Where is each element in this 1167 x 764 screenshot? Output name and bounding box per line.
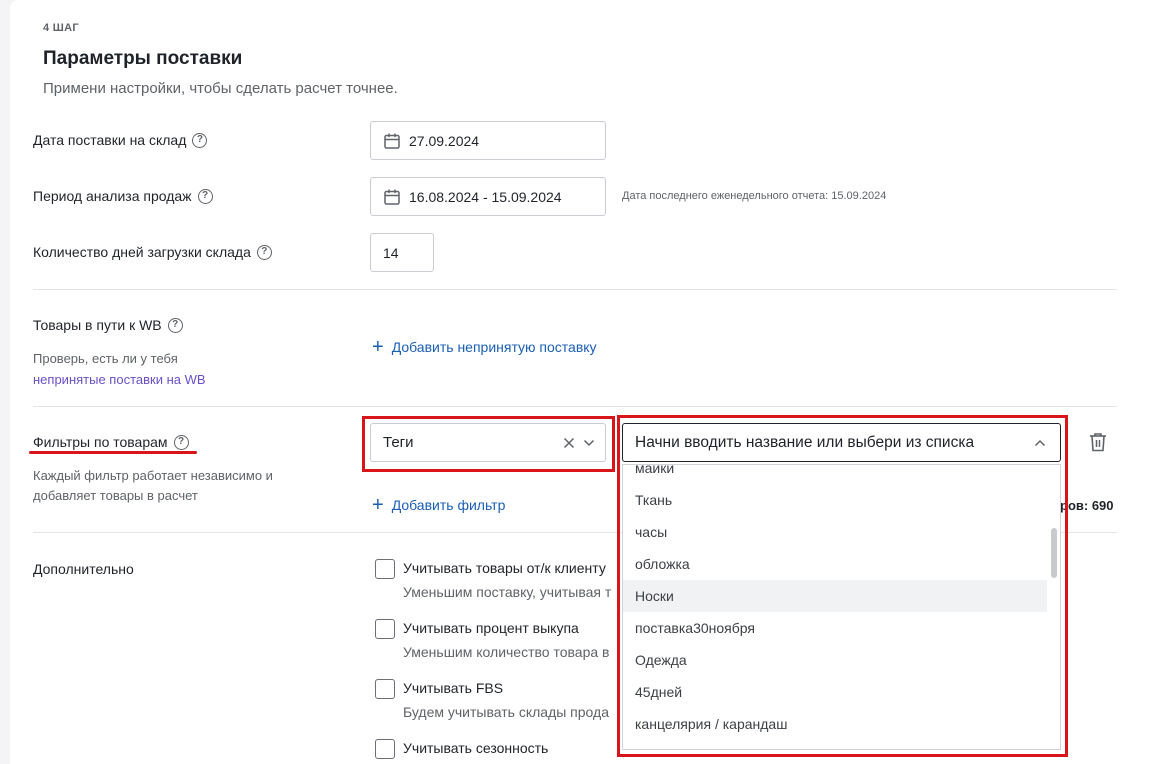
load-days-input[interactable]: 14 — [370, 233, 434, 272]
chevron-down-icon[interactable] — [583, 439, 595, 447]
checkbox-seasonality[interactable] — [375, 739, 395, 759]
plus-icon: + — [372, 336, 384, 358]
checkbox-description: Уменьшим количество товара в — [403, 644, 610, 660]
last-report-note: Дата последнего еженедельного отчета: 15… — [622, 190, 887, 202]
filters-label: Фильтры по товарам ? — [33, 434, 189, 450]
supply-params-card: 4 ШАГ Параметры поставки Примени настрой… — [10, 0, 1167, 764]
add-pending-supply-button[interactable]: + Добавить непринятую поставку — [372, 337, 597, 357]
checkbox-buyout-rate[interactable] — [375, 619, 395, 639]
checkbox-client-returns[interactable] — [375, 559, 395, 579]
clear-icon[interactable] — [563, 437, 575, 449]
help-icon[interactable]: ? — [173, 434, 189, 450]
plus-icon: + — [372, 494, 384, 516]
additional-label-text: Дополнительно — [33, 561, 134, 577]
dropdown-option[interactable]: Ткань — [623, 484, 1047, 516]
dropdown-option-highlighted[interactable]: Носки — [623, 580, 1047, 612]
dropdown-option[interactable]: майки — [623, 465, 1047, 484]
filters-description-2: добавляет товары в расчет — [33, 488, 198, 503]
filter-value-placeholder: Начни вводить название или выбери из спи… — [635, 433, 975, 451]
load-days-label-text: Количество дней загрузки склада — [33, 244, 251, 260]
in-transit-hint: Проверь, есть ли у тебя — [33, 351, 178, 366]
checkbox-description: Уменьшим поставку, учитывая т — [403, 584, 612, 600]
selected-items-count: ров: 690 — [1060, 498, 1114, 513]
step-label: 4 ШАГ — [43, 22, 79, 34]
help-icon[interactable]: ? — [197, 188, 213, 204]
analysis-period-label-text: Период анализа продаж — [33, 188, 192, 204]
help-icon[interactable]: ? — [192, 132, 208, 148]
trash-icon[interactable] — [1089, 432, 1107, 452]
in-transit-hint-link[interactable]: непринятые поставки на WB — [33, 372, 206, 387]
load-days-value: 14 — [383, 244, 399, 261]
dropdown-option[interactable]: часы — [623, 516, 1047, 548]
filter-type-value: Теги — [383, 434, 414, 451]
dropdown-option[interactable]: поставка30ноября — [623, 612, 1047, 644]
dropdown-option[interactable]: канцелярия / карандаш — [623, 708, 1047, 740]
in-transit-label-text: Товары в пути к WB — [33, 317, 162, 333]
dropdown-scrollbar[interactable] — [1051, 528, 1057, 578]
load-days-label: Количество дней загрузки склада ? — [33, 244, 272, 260]
delivery-date-value: 27.09.2024 — [409, 132, 480, 149]
help-icon[interactable]: ? — [167, 317, 183, 333]
dropdown-option[interactable]: обложка — [623, 548, 1047, 580]
add-filter-button[interactable]: + Добавить фильтр — [372, 495, 505, 515]
section-divider — [33, 406, 1117, 407]
additional-label: Дополнительно — [33, 561, 134, 577]
add-pending-supply-label: Добавить непринятую поставку — [391, 339, 597, 355]
dropdown-option[interactable]: 45дней — [623, 676, 1047, 708]
checkbox-fbs[interactable] — [375, 679, 395, 699]
checkbox-label: Учитывать сезонность — [403, 740, 549, 756]
help-icon[interactable]: ? — [256, 244, 272, 260]
delivery-date-input[interactable]: 27.09.2024 — [370, 121, 606, 160]
delivery-date-label: Дата поставки на склад ? — [33, 132, 208, 148]
page-title: Параметры поставки — [43, 48, 243, 69]
section-divider — [33, 289, 1117, 290]
filter-type-select[interactable]: Теги — [370, 423, 606, 462]
checkbox-label: Учитывать процент выкупа — [403, 620, 579, 636]
filter-value-search-input[interactable]: Начни вводить название или выбери из спи… — [622, 423, 1061, 462]
analysis-period-label: Период анализа продаж ? — [33, 188, 213, 204]
in-transit-label: Товары в пути к WB ? — [33, 317, 183, 333]
calendar-icon — [384, 189, 400, 205]
checkbox-label: Учитывать товары от/к клиенту — [403, 560, 606, 576]
annotation-underline — [29, 451, 197, 454]
checkbox-label: Учитывать FBS — [403, 680, 504, 696]
filter-options-dropdown: майки Ткань часы обложка Носки поставка3… — [622, 464, 1061, 750]
add-filter-label: Добавить фильтр — [391, 497, 506, 513]
filters-description-1: Каждый фильтр работает независимо и — [33, 468, 273, 483]
analysis-period-input[interactable]: 16.08.2024 - 15.09.2024 — [370, 177, 606, 216]
page-subtitle: Примени настройки, чтобы сделать расчет … — [43, 80, 398, 97]
calendar-icon — [384, 133, 400, 149]
filters-label-text: Фильтры по товарам — [33, 434, 168, 450]
checkbox-description: Будем учитывать склады прода — [403, 704, 609, 720]
chevron-up-icon[interactable] — [1034, 439, 1046, 447]
delivery-date-label-text: Дата поставки на склад — [33, 132, 187, 148]
dropdown-option[interactable]: Одежда — [623, 644, 1047, 676]
analysis-period-value: 16.08.2024 - 15.09.2024 — [409, 188, 562, 205]
